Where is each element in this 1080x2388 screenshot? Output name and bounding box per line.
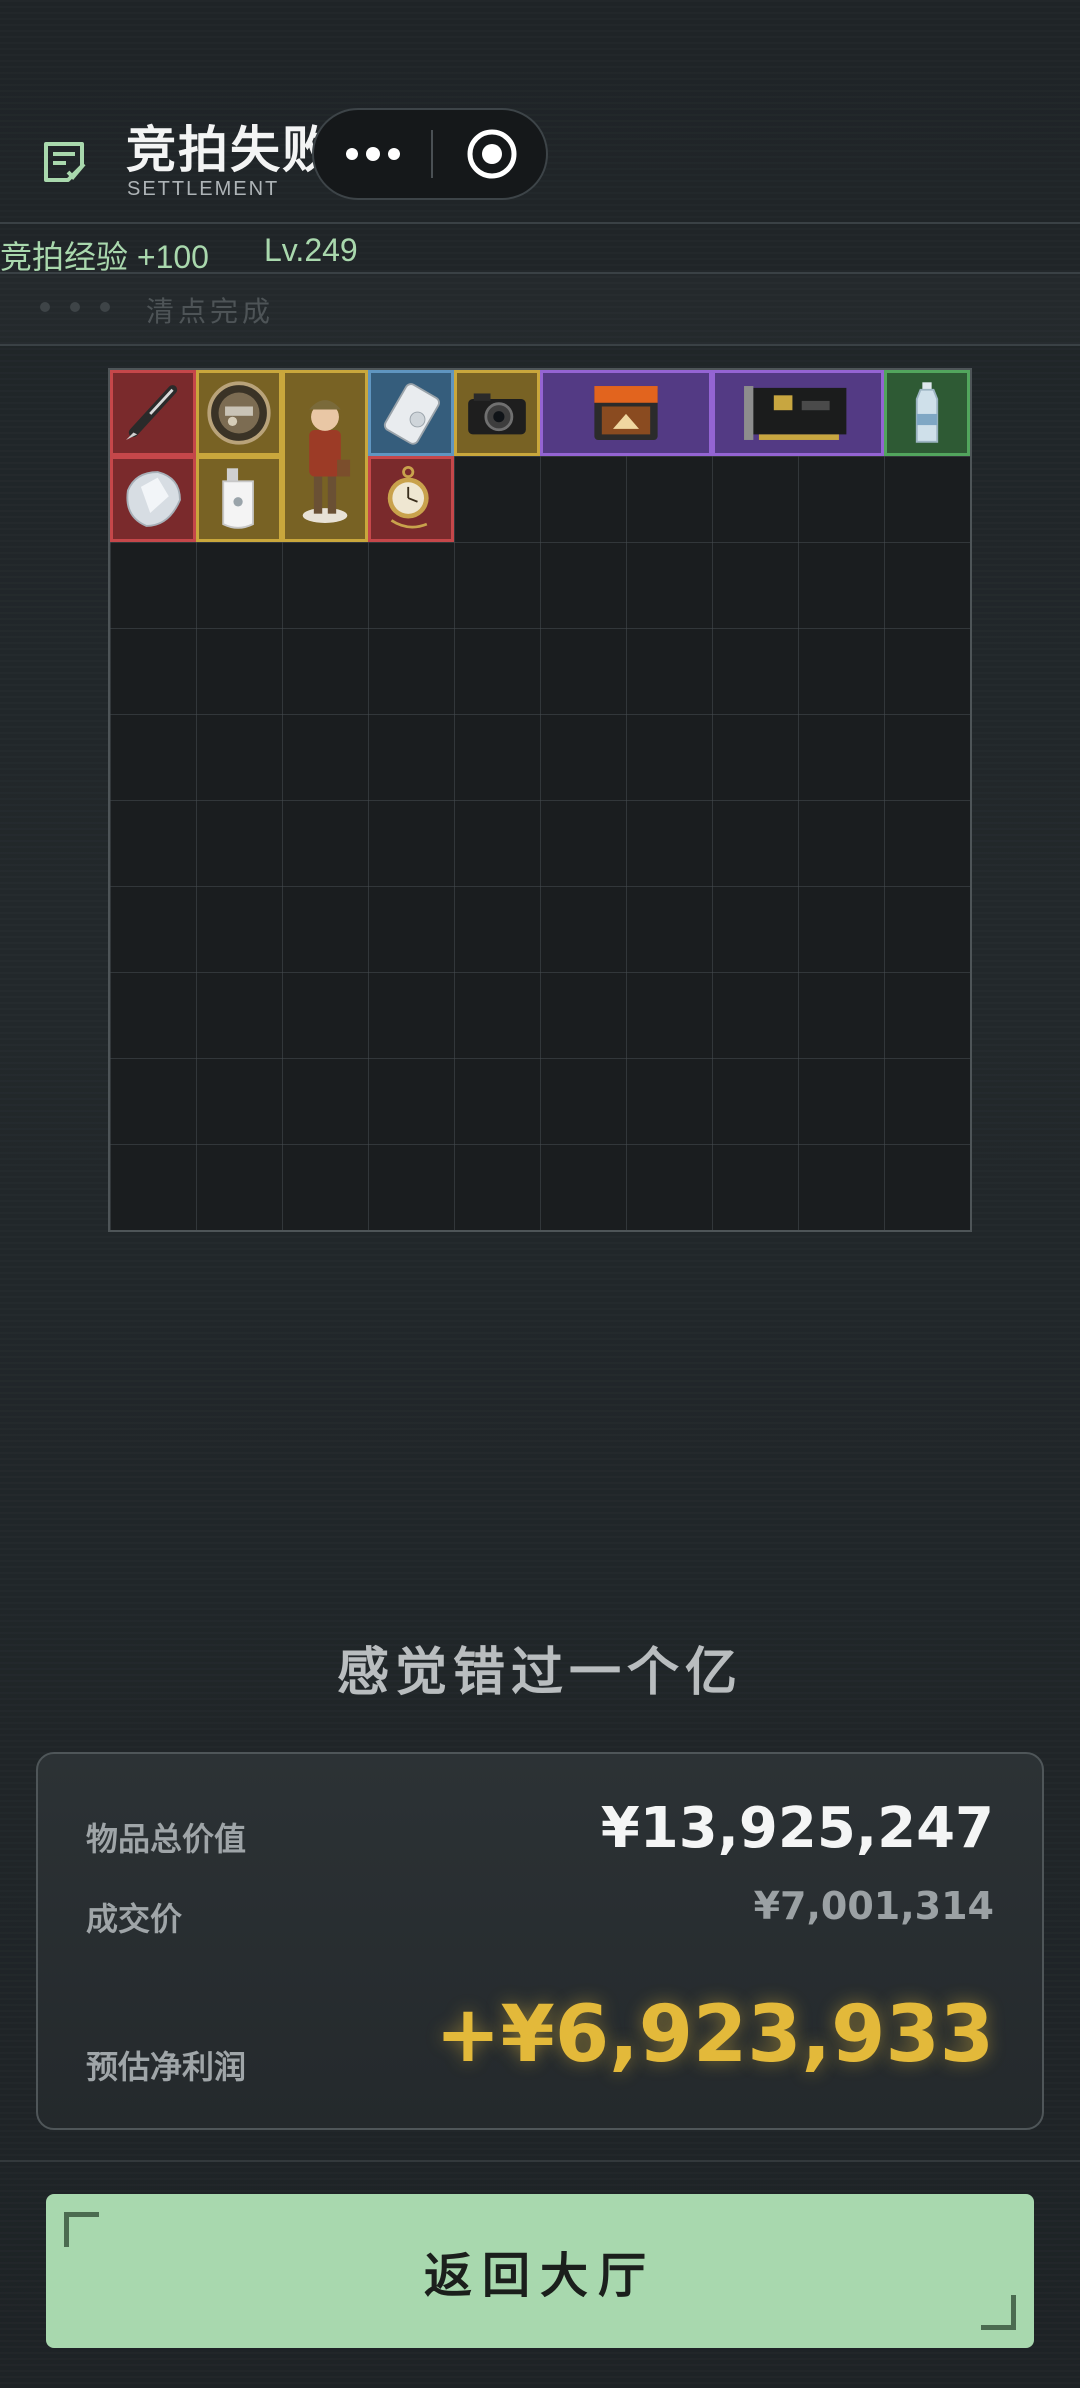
camera-icon	[468, 393, 526, 435]
deal-price-value: ¥7,001,314	[753, 1884, 994, 1928]
mini-program-capsule	[312, 108, 548, 200]
target-circle-icon[interactable]	[466, 128, 518, 180]
footer-divider	[0, 2160, 1080, 2162]
usb-drive-icon	[222, 468, 254, 529]
pen-icon	[126, 385, 178, 440]
return-lobby-button[interactable]: 返回大厅	[46, 2194, 1034, 2348]
page-subtitle: SETTLEMENT	[127, 178, 280, 200]
deal-price-label: 成交价	[86, 1900, 183, 1938]
inventory-grid	[108, 368, 972, 1232]
settlement-panel: 物品总价值 ¥13,925,247 成交价 ¥7,001,314 预估净利润 +…	[36, 1752, 1044, 2130]
figurine-icon	[302, 400, 351, 523]
diamond-icon	[126, 471, 181, 527]
page-title: 竞拍失败	[126, 121, 334, 179]
total-value-label: 物品总价值	[86, 1820, 247, 1858]
header: 竞拍失败 SETTLEMENT	[0, 0, 1080, 224]
exp-row: 竞拍经验 +100 Lv.249	[0, 224, 1080, 275]
return-lobby-label: 返回大厅	[423, 2248, 656, 2304]
item-usb-drive[interactable]	[196, 456, 282, 542]
console-box-icon	[594, 386, 658, 440]
status-text: 清点完成	[146, 295, 275, 328]
item-camera[interactable]	[454, 370, 540, 456]
feeling-text: 感觉错过一个亿	[336, 1643, 743, 1703]
item-music-box[interactable]	[196, 370, 282, 456]
item-mp3-player[interactable]	[368, 370, 454, 456]
mp3-player-icon	[383, 383, 440, 445]
item-pen[interactable]	[110, 370, 196, 456]
status-row: 清点完成	[0, 274, 1080, 346]
item-sound-card[interactable]	[712, 370, 884, 456]
item-figurine[interactable]	[282, 370, 368, 542]
item-pocket-watch[interactable]	[368, 456, 454, 542]
capsule-divider	[431, 130, 433, 178]
settlement-doc-icon	[44, 142, 86, 182]
music-box-icon	[207, 381, 271, 445]
more-dots-icon[interactable]	[314, 110, 431, 198]
item-water-bottle[interactable]	[884, 370, 970, 456]
bottle-icon	[915, 382, 939, 443]
pocket-watch-icon	[387, 465, 429, 529]
item-game-console-box[interactable]	[540, 370, 712, 456]
net-profit-value: +¥6,923,933	[435, 1990, 994, 2080]
player-level: Lv.249	[264, 232, 358, 268]
exp-gain: 竞拍经验 +100	[0, 239, 209, 275]
total-value: ¥13,925,247	[600, 1796, 994, 1861]
progress-dots	[40, 302, 130, 312]
item-diamond[interactable]	[110, 456, 196, 542]
net-profit-label: 预估净利润	[86, 2048, 247, 2086]
circuit-board-icon	[744, 386, 847, 440]
corner-bracket-icon	[981, 2295, 1016, 2330]
